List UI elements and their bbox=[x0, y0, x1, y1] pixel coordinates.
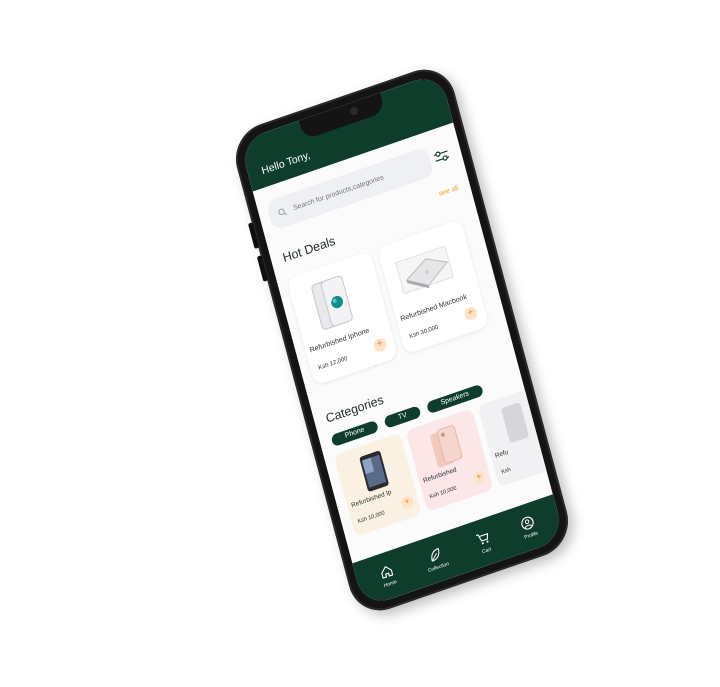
category-card[interactable]: Refurbished Ip Ksh 10,000 + bbox=[333, 432, 422, 537]
phone-image bbox=[501, 402, 529, 443]
volume-down-button bbox=[256, 255, 269, 282]
category-product-price: Ksh 10,000 bbox=[428, 485, 458, 501]
nav-collection[interactable]: Collection bbox=[423, 544, 450, 573]
nav-label: Profile bbox=[523, 529, 539, 541]
search-icon bbox=[278, 208, 288, 215]
greeting-text: Hello Tony, bbox=[260, 149, 312, 178]
category-card[interactable]: Refurbished Ksh 10,000 + bbox=[405, 407, 494, 513]
add-to-cart-button[interactable]: + bbox=[400, 494, 415, 510]
nav-home[interactable]: Home bbox=[378, 562, 397, 589]
leaf-icon bbox=[431, 547, 440, 562]
home-icon bbox=[381, 565, 394, 579]
add-to-cart-button[interactable]: + bbox=[463, 305, 479, 323]
nav-label: Cart bbox=[481, 545, 492, 555]
nav-profile[interactable]: Profile bbox=[519, 513, 539, 541]
category-product-price: Ksh bbox=[500, 466, 512, 476]
deal-card-iphone[interactable]: Refurbished Iphone Ksh 12,000 + bbox=[286, 250, 399, 386]
profile-icon bbox=[521, 516, 534, 529]
phone-screen: Hello Tony, Hot Deals bbox=[239, 72, 565, 608]
deal-price: Ksh 12,000 bbox=[318, 355, 349, 372]
see-all-link[interactable]: see all bbox=[438, 184, 459, 197]
category-card[interactable]: Refu Ksh bbox=[477, 383, 565, 488]
add-to-cart-button[interactable]: + bbox=[471, 469, 487, 486]
phone-frame: Hello Tony, Hot Deals bbox=[228, 60, 576, 620]
filter-icon[interactable] bbox=[432, 147, 451, 166]
category-product-price: Ksh 10,000 bbox=[357, 510, 386, 526]
iphone-image bbox=[430, 425, 463, 468]
nav-label: Home bbox=[383, 578, 398, 589]
cart-icon bbox=[476, 532, 489, 544]
chip-tv[interactable]: TV bbox=[383, 405, 422, 429]
nav-cart[interactable]: Cart bbox=[475, 529, 494, 556]
camera-icon bbox=[349, 105, 359, 117]
deal-price: Ksh 30,000 bbox=[408, 324, 440, 341]
add-to-cart-button[interactable]: + bbox=[372, 336, 388, 354]
iphone-image bbox=[359, 451, 389, 492]
deal-card-macbook[interactable]: Refurbished Macbook Ksh 30,000 + bbox=[377, 219, 490, 355]
volume-up-button bbox=[247, 222, 260, 249]
category-product-name: Refu bbox=[494, 448, 510, 460]
hot-deals-title: Hot Deals bbox=[281, 233, 337, 266]
